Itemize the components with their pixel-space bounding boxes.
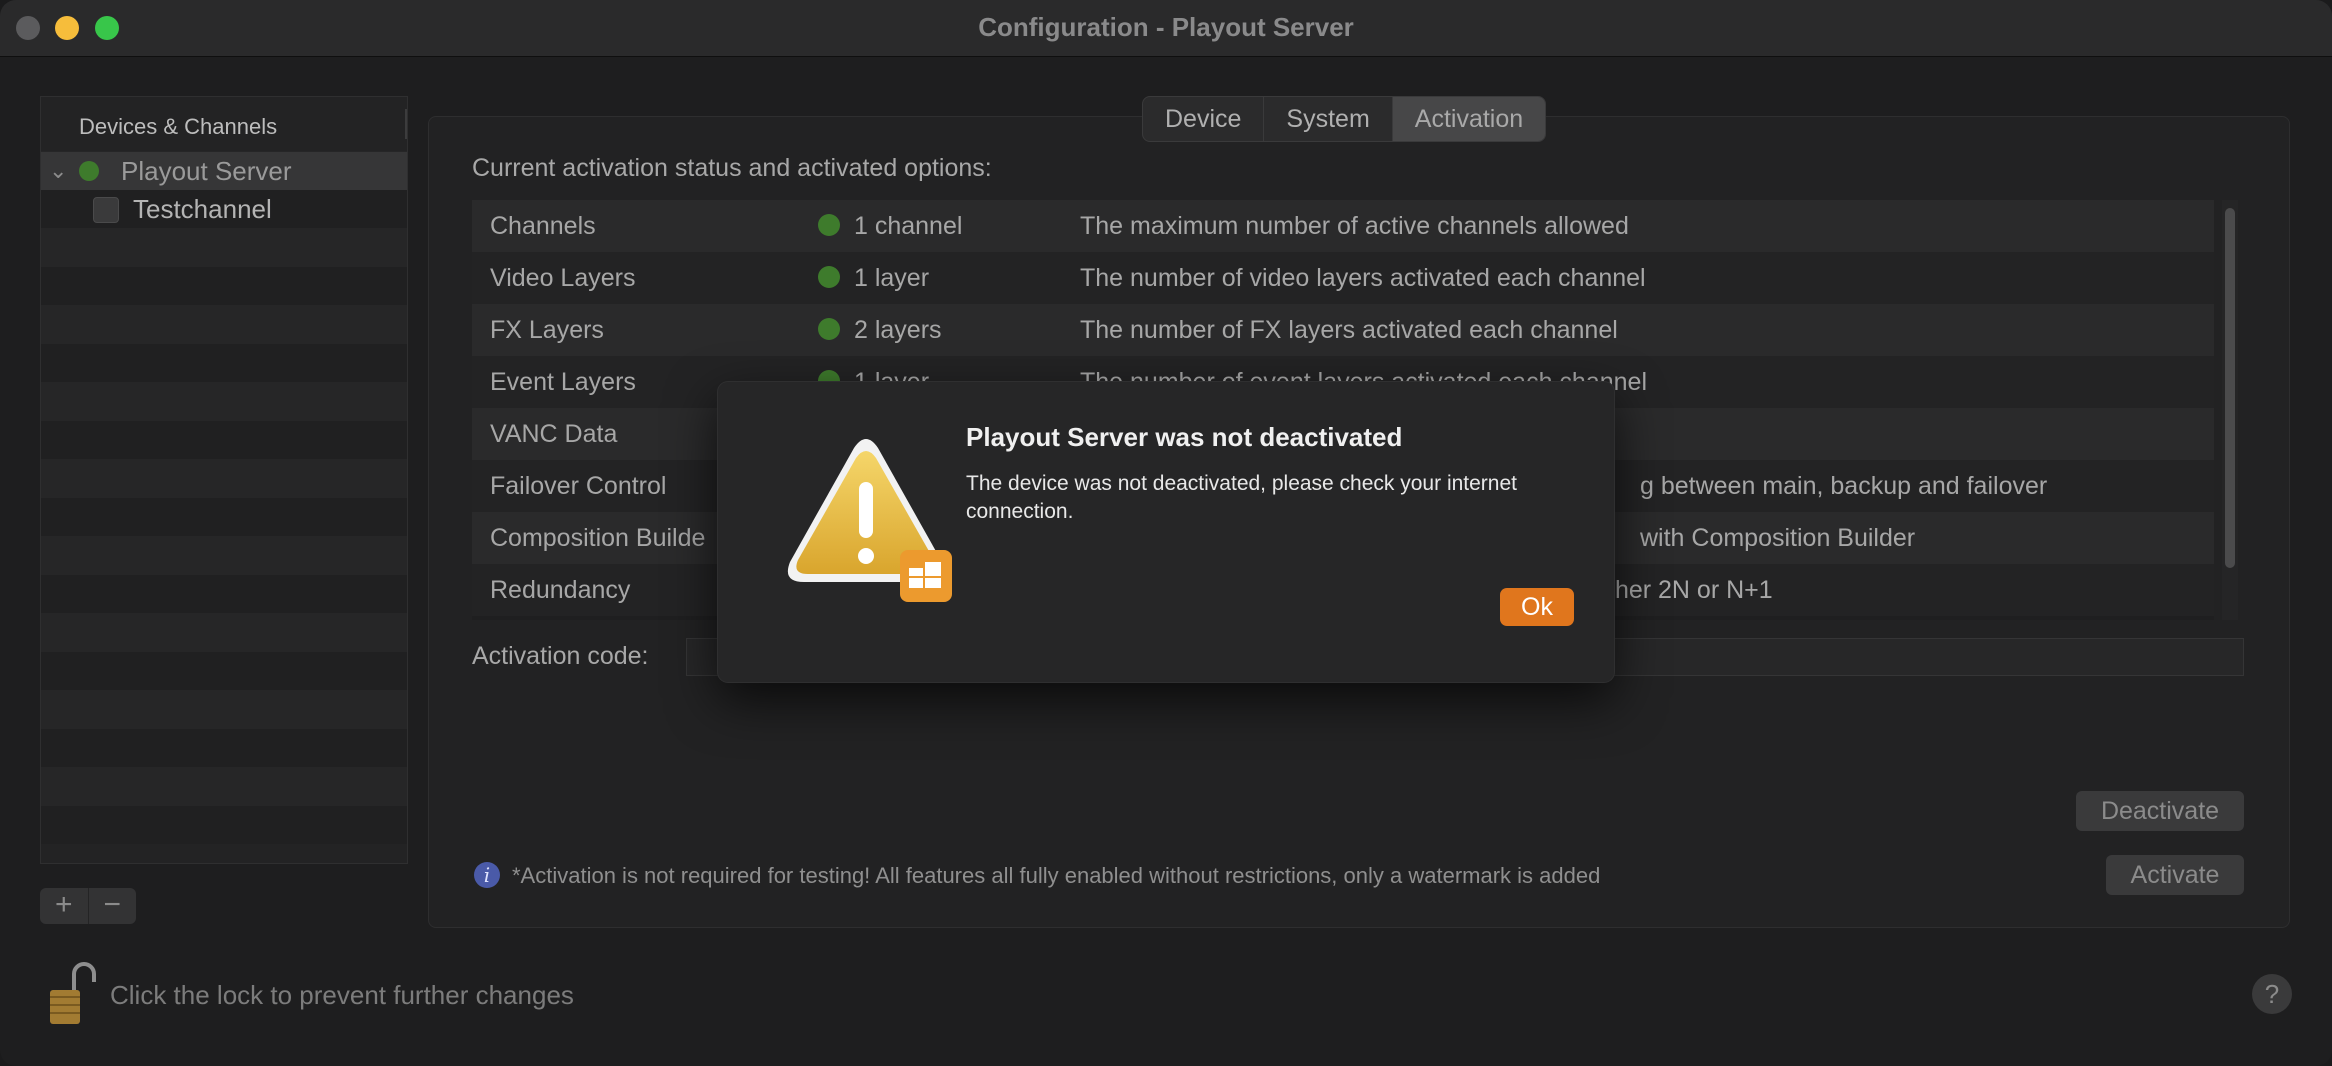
status-dot-icon xyxy=(818,214,840,236)
window-title: Configuration - Playout Server xyxy=(978,12,1354,42)
status-dot-icon xyxy=(818,318,840,340)
option-name: Channels xyxy=(490,212,596,240)
option-name: VANC Data xyxy=(490,420,618,448)
activation-code-label: Activation code: xyxy=(472,642,649,670)
channel-checkbox[interactable] xyxy=(93,197,119,223)
error-dialog: Playout Server was not deactivated The d… xyxy=(718,382,1614,682)
lock-status-text: Click the lock to prevent further change… xyxy=(110,980,574,1010)
status-dot-icon xyxy=(79,161,99,181)
option-value: 1 channel xyxy=(854,212,963,240)
option-description: ther 2N or N+1 xyxy=(1608,576,1773,604)
table-row[interactable]: FX Layers 2 layers The number of FX laye… xyxy=(472,304,2214,356)
tab-system[interactable]: System xyxy=(1264,97,1393,141)
sidebar-item-label: Playout Server xyxy=(121,156,292,186)
activation-info-text: *Activation is not required for testing!… xyxy=(512,863,1601,888)
info-icon: i xyxy=(474,862,500,888)
dialog-title: Playout Server was not deactivated xyxy=(966,422,1403,452)
option-name: Composition Builde xyxy=(490,524,706,552)
option-description: g between main, backup and failover xyxy=(1640,472,2048,500)
option-value: 1 layer xyxy=(854,264,930,292)
dialog-message: The device was not deactivated, please c… xyxy=(966,472,1517,523)
option-description: with Composition Builder xyxy=(1640,524,1916,552)
sidebar-item-testchannel[interactable]: Testchannel xyxy=(41,190,407,228)
sidebar-item-playout-server[interactable]: ⌄ Playout Server xyxy=(41,152,407,190)
option-name: Redundancy xyxy=(490,576,631,604)
sidebar-item-label: Testchannel xyxy=(133,194,272,224)
add-device-button[interactable]: + xyxy=(40,888,89,924)
tab-activation[interactable]: Activation xyxy=(1392,97,1546,141)
add-remove-control: + − xyxy=(40,888,136,924)
table-row[interactable]: Channels 1 channel The maximum number of… xyxy=(472,200,2214,252)
option-name: FX Layers xyxy=(490,316,604,344)
warning-icon xyxy=(787,439,952,602)
activate-button[interactable]: Activate xyxy=(2106,855,2244,895)
sidebar-list xyxy=(41,151,407,863)
chevron-down-icon[interactable]: ⌄ xyxy=(49,152,67,190)
help-button[interactable]: ? xyxy=(2252,974,2292,1014)
option-name: Event Layers xyxy=(490,368,636,396)
option-name: Video Layers xyxy=(490,264,636,292)
sidebar-header: Devices & Channels xyxy=(41,97,407,151)
deactivate-button[interactable]: Deactivate xyxy=(2076,791,2244,831)
remove-device-button[interactable]: − xyxy=(89,888,137,924)
title-bar: Configuration - Playout Server xyxy=(0,0,2332,57)
tab-bar: Device System Activation xyxy=(1142,96,1547,142)
configuration-window: Configuration - Playout Server Devices &… xyxy=(0,0,2332,1066)
table-row[interactable]: Video Layers 1 layer The number of video… xyxy=(472,252,2214,304)
option-value: 2 layers xyxy=(854,316,942,344)
ok-button[interactable]: Ok xyxy=(1500,588,1574,626)
option-name: Failover Control xyxy=(490,472,667,500)
tab-device[interactable]: Device xyxy=(1143,97,1265,141)
option-description: The number of FX layers activated each c… xyxy=(1080,316,1618,344)
option-description: The number of video layers activated eac… xyxy=(1080,264,1646,292)
table-scrollbar[interactable] xyxy=(2222,200,2238,620)
option-description: The maximum number of active channels al… xyxy=(1080,212,1629,240)
scrollbar-thumb[interactable] xyxy=(2225,208,2235,568)
devices-sidebar: Devices & Channels ⌄ Playout Server Test… xyxy=(40,96,408,864)
status-dot-icon xyxy=(818,266,840,288)
activation-status-label: Current activation status and activated … xyxy=(472,154,992,182)
lock-open-icon[interactable] xyxy=(48,960,96,1026)
